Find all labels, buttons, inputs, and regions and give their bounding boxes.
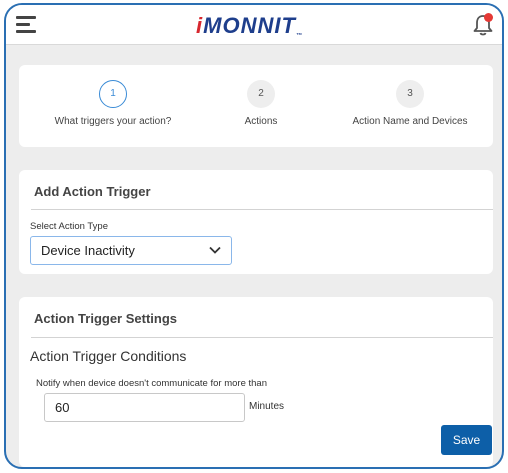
step-2-circle: 2 xyxy=(247,80,275,108)
notification-bell-icon[interactable] xyxy=(472,13,494,37)
trigger-divider xyxy=(31,209,493,210)
step-1[interactable]: 1 What triggers your action? xyxy=(53,80,173,127)
minutes-value: 60 xyxy=(55,400,70,415)
app-frame: iMONNIT™ 1 What triggers your action? 2 … xyxy=(4,3,504,469)
chevron-down-icon xyxy=(209,246,221,254)
step-3[interactable]: 3 Action Name and Devices xyxy=(345,80,475,127)
add-action-trigger-card: Add Action Trigger Select Action Type De… xyxy=(19,170,493,274)
wizard-steps-card: 1 What triggers your action? 2 Actions 3… xyxy=(19,65,493,147)
top-bar: iMONNIT™ xyxy=(6,5,502,45)
action-type-value: Device Inactivity xyxy=(41,243,135,258)
notification-dot xyxy=(484,13,493,22)
minutes-input[interactable]: 60 xyxy=(44,393,245,422)
step-3-circle: 3 xyxy=(396,80,424,108)
hamburger-menu-icon[interactable] xyxy=(16,16,38,34)
step-2[interactable]: 2 Actions xyxy=(221,80,301,127)
action-type-select[interactable]: Device Inactivity xyxy=(30,236,232,265)
settings-divider xyxy=(31,337,493,338)
monnit-logo: iMONNIT™ xyxy=(196,13,303,39)
notify-label: Notify when device doesn't communicate f… xyxy=(36,378,267,389)
step-2-label: Actions xyxy=(244,116,278,127)
save-button[interactable]: Save xyxy=(441,425,492,455)
step-1-circle: 1 xyxy=(99,80,127,108)
minutes-unit-label: Minutes xyxy=(249,401,285,412)
step-1-label: What triggers your action? xyxy=(54,116,172,127)
action-trigger-settings-title: Action Trigger Settings xyxy=(34,311,178,326)
add-action-trigger-title: Add Action Trigger xyxy=(34,184,151,199)
action-trigger-settings-card: Action Trigger Settings Action Trigger C… xyxy=(19,297,493,467)
step-3-label: Action Name and Devices xyxy=(352,116,468,127)
action-trigger-conditions-heading: Action Trigger Conditions xyxy=(30,348,187,364)
select-action-type-label: Select Action Type xyxy=(30,221,108,232)
